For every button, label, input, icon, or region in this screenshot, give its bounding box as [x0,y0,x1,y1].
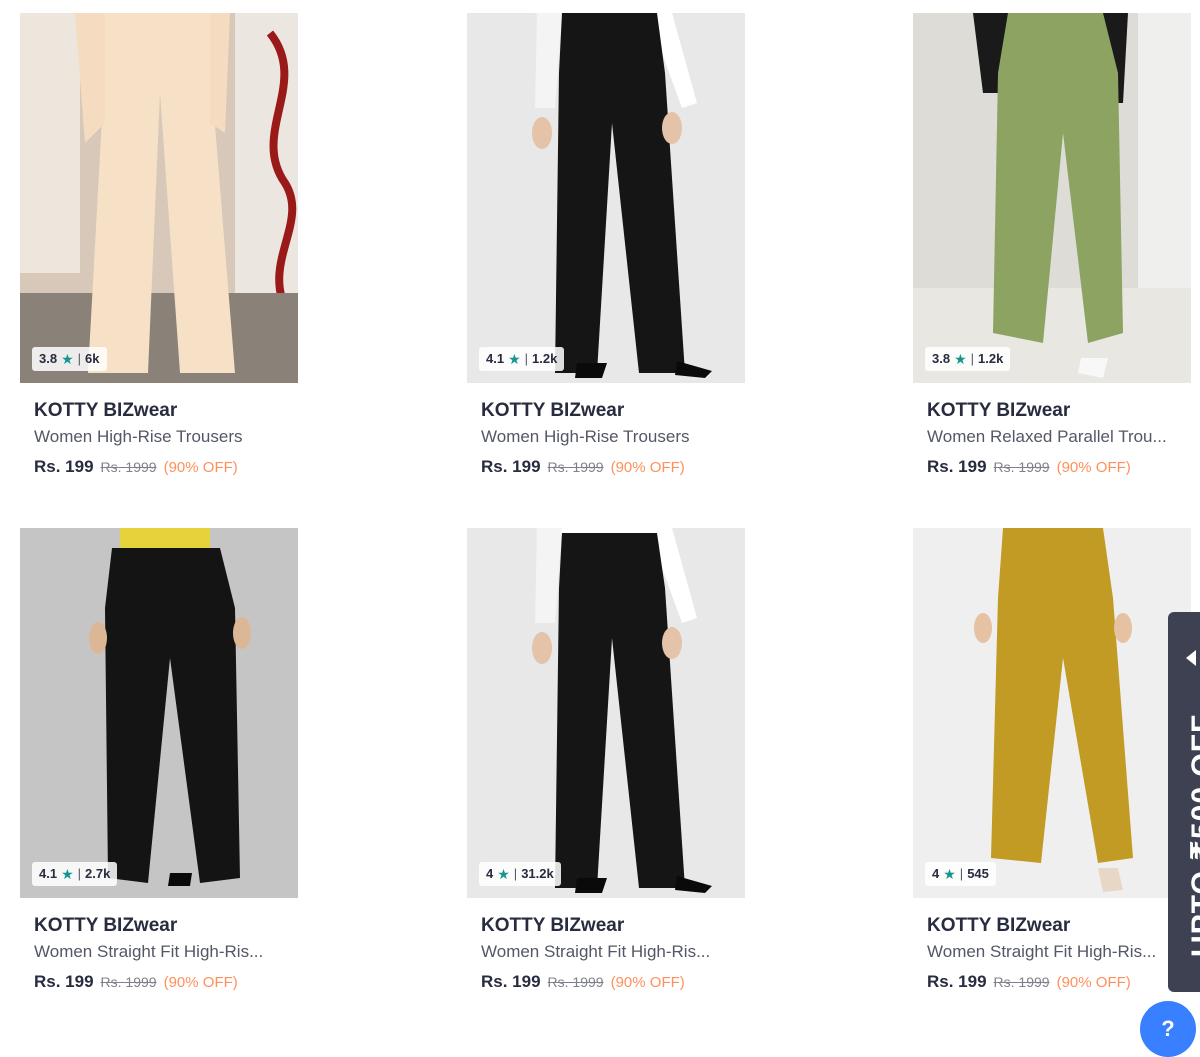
product-discount: (90% OFF) [610,459,685,476]
rating-divider: | [524,351,529,366]
star-icon: ★ [61,866,74,882]
product-price: Rs. 199 [481,972,541,991]
rating-count: 1.2k [532,351,558,366]
product-card[interactable]: 4 ★ | 545 KOTTY BIZwear Women Straight F… [913,528,1191,992]
product-discount: (90% OFF) [1056,459,1131,476]
product-image-art [913,528,1191,898]
rating-badge: 4 ★ | 545 [925,862,996,886]
product-image-art [20,528,298,898]
product-image-art [20,13,298,383]
product-title: Women High-Rise Trousers [481,427,690,446]
rating-divider: | [513,866,518,881]
rating-badge: 3.8 ★ | 6k [32,347,107,371]
product-image-art [467,528,745,898]
rating-value: 4.1 [39,866,58,881]
product-title: Women Relaxed Parallel Trou... [927,427,1167,446]
star-icon: ★ [943,866,956,882]
product-image[interactable]: 3.8 ★ | 6k [20,13,298,383]
offer-text: UPTO ₹500 OFF [1186,713,1200,957]
rating-value: 3.8 [932,351,951,366]
product-price: Rs. 199 [927,457,987,476]
product-brand: KOTTY BIZwear [34,400,178,421]
rating-value: 3.8 [39,351,58,366]
rating-count: 2.7k [85,866,111,881]
product-title: Women Straight Fit High-Ris... [927,942,1157,961]
star-icon: ★ [954,351,967,367]
product-price: Rs. 199 [34,457,94,476]
offer-side-tab[interactable]: UPTO ₹500 OFF [1168,612,1200,992]
product-discount: (90% OFF) [1056,974,1131,991]
product-discount: (90% OFF) [610,974,685,991]
rating-value: 4 [932,866,940,881]
product-brand: KOTTY BIZwear [927,915,1071,936]
product-title: Women Straight Fit High-Ris... [481,942,711,961]
product-mrp: Rs. 1999 [547,974,604,990]
product-card[interactable]: 4.1 ★ | 1.2k KOTTY BIZwear Women High-Ri… [467,13,745,477]
product-image[interactable]: 4.1 ★ | 1.2k [467,13,745,383]
product-image[interactable]: 3.8 ★ | 1.2k [913,13,1191,383]
product-price: Rs. 199 [481,457,541,476]
product-card[interactable]: 4 ★ | 31.2k KOTTY BIZwear Women Straight… [467,528,745,992]
product-discount: (90% OFF) [163,974,238,991]
rating-count: 1.2k [978,351,1004,366]
product-image-art [913,13,1191,383]
product-card[interactable]: 3.8 ★ | 6k KOTTY BIZwear Women High-Rise… [20,13,298,477]
product-discount: (90% OFF) [163,459,238,476]
product-title: Women Straight Fit High-Ris... [34,942,264,961]
product-price: Rs. 199 [927,972,987,991]
product-card[interactable]: 4.1 ★ | 2.7k KOTTY BIZwear Women Straigh… [20,528,298,992]
product-image[interactable]: 4 ★ | 545 [913,528,1191,898]
help-button[interactable]: ? [1140,1001,1196,1057]
star-icon: ★ [61,351,74,367]
product-brand: KOTTY BIZwear [927,400,1071,421]
product-brand: KOTTY BIZwear [34,915,178,936]
rating-count: 545 [967,866,989,881]
rating-badge: 3.8 ★ | 1.2k [925,347,1011,371]
rating-badge: 4.1 ★ | 1.2k [479,347,565,371]
product-mrp: Rs. 1999 [547,459,604,475]
product-mrp: Rs. 1999 [993,974,1050,990]
rating-divider: | [77,351,82,366]
rating-divider: | [77,866,82,881]
rating-divider: | [959,866,964,881]
product-image[interactable]: 4.1 ★ | 2.7k [20,528,298,898]
product-mrp: Rs. 1999 [100,459,157,475]
product-mrp: Rs. 1999 [993,459,1050,475]
help-icon: ? [1161,1016,1175,1041]
rating-count: 31.2k [521,866,554,881]
rating-badge: 4.1 ★ | 2.7k [32,862,118,886]
product-image[interactable]: 4 ★ | 31.2k [467,528,745,898]
star-icon: ★ [497,866,510,882]
product-mrp: Rs. 1999 [100,974,157,990]
product-image-art [467,13,745,383]
product-price: Rs. 199 [34,972,94,991]
product-brand: KOTTY BIZwear [481,400,625,421]
rating-count: 6k [85,351,100,366]
chevron-left-icon[interactable] [1186,650,1196,666]
rating-value: 4 [486,866,494,881]
product-brand: KOTTY BIZwear [481,915,625,936]
product-card[interactable]: 3.8 ★ | 1.2k KOTTY BIZwear Women Relaxed… [913,13,1191,477]
rating-badge: 4 ★ | 31.2k [479,862,561,886]
rating-divider: | [970,351,975,366]
rating-value: 4.1 [486,351,505,366]
star-icon: ★ [508,351,521,367]
product-title: Women High-Rise Trousers [34,427,243,446]
